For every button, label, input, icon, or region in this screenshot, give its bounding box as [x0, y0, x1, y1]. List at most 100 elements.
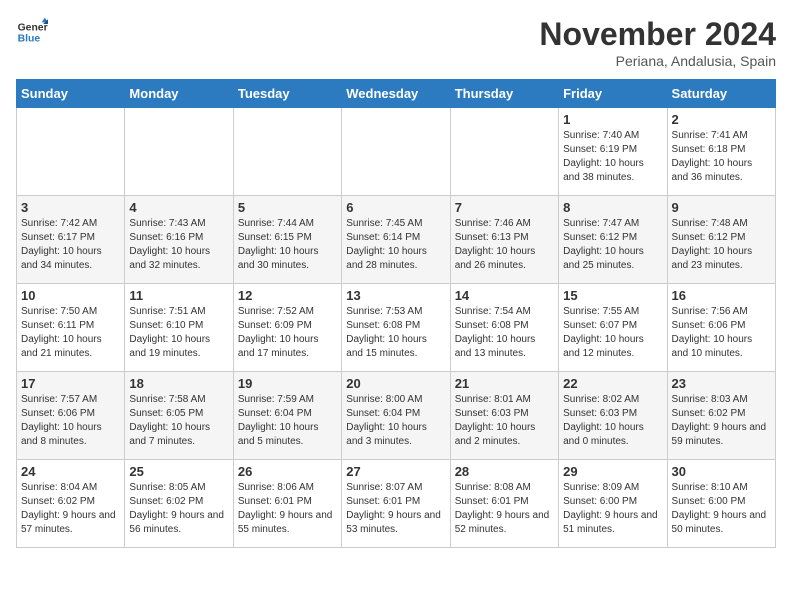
calendar-cell: 3 Sunrise: 7:42 AMSunset: 6:17 PMDaylight… [17, 196, 125, 284]
day-info: Sunrise: 8:08 AMSunset: 6:01 PMDaylight:… [455, 481, 554, 537]
calendar-subtitle: Periana, Andalusia, Spain [539, 53, 776, 69]
day-info: Sunrise: 7:46 AMSunset: 6:13 PMDaylight:… [455, 217, 554, 273]
calendar-week-3: 10Sunrise: 7:50 AMSunset: 6:11 PMDayligh… [17, 284, 776, 372]
calendar-cell [233, 108, 341, 196]
calendar-cell: 7 Sunrise: 7:46 AMSunset: 6:13 PMDaylight… [450, 196, 558, 284]
day-info: Sunrise: 7:51 AMSunset: 6:10 PMDaylight:… [129, 305, 228, 361]
day-number: 23 [672, 376, 771, 391]
day-number: 27 [346, 464, 445, 479]
day-info: Sunrise: 8:02 AMSunset: 6:03 PMDaylight:… [563, 393, 662, 449]
calendar-cell: 10Sunrise: 7:50 AMSunset: 6:11 PMDayligh… [17, 284, 125, 372]
calendar-cell: 25 Sunrise: 8:05 AMSunset: 6:02 PMDayligh… [125, 460, 233, 548]
day-number: 6 [346, 200, 445, 215]
day-info: Sunrise: 7:45 AMSunset: 6:14 PMDaylight:… [346, 217, 445, 273]
calendar-week-2: 3 Sunrise: 7:42 AMSunset: 6:17 PMDaylight… [17, 196, 776, 284]
title-area: November 2024 Periana, Andalusia, Spain [539, 16, 776, 69]
day-info: Sunrise: 8:07 AMSunset: 6:01 PMDaylight:… [346, 481, 445, 537]
day-number: 16 [672, 288, 771, 303]
calendar-cell: 24 Sunrise: 8:04 AMSunset: 6:02 PMDayligh… [17, 460, 125, 548]
calendar-cell: 29Sunrise: 8:09 AMSunset: 6:00 PMDayligh… [559, 460, 667, 548]
col-monday: Monday [125, 80, 233, 108]
calendar-cell: 16 Sunrise: 7:56 AMSunset: 6:06 PMDayligh… [667, 284, 775, 372]
day-number: 26 [238, 464, 337, 479]
day-number: 25 [129, 464, 228, 479]
calendar-cell: 30Sunrise: 8:10 AMSunset: 6:00 PMDayligh… [667, 460, 775, 548]
calendar-week-4: 17 Sunrise: 7:57 AMSunset: 6:06 PMDayligh… [17, 372, 776, 460]
calendar-cell [125, 108, 233, 196]
calendar-cell: 13 Sunrise: 7:53 AMSunset: 6:08 PMDayligh… [342, 284, 450, 372]
day-info: Sunrise: 8:06 AMSunset: 6:01 PMDaylight:… [238, 481, 337, 537]
calendar-cell: 2 Sunrise: 7:41 AMSunset: 6:18 PMDaylight… [667, 108, 775, 196]
day-number: 28 [455, 464, 554, 479]
calendar-cell [17, 108, 125, 196]
day-info: Sunrise: 8:04 AMSunset: 6:02 PMDaylight:… [21, 481, 120, 537]
header-row: Sunday Monday Tuesday Wednesday Thursday… [17, 80, 776, 108]
header: General Blue November 2024 Periana, Anda… [16, 16, 776, 69]
calendar-cell: 6 Sunrise: 7:45 AMSunset: 6:14 PMDaylight… [342, 196, 450, 284]
calendar-cell [450, 108, 558, 196]
calendar-table: Sunday Monday Tuesday Wednesday Thursday… [16, 79, 776, 548]
day-info: Sunrise: 7:57 AMSunset: 6:06 PMDaylight:… [21, 393, 120, 449]
col-thursday: Thursday [450, 80, 558, 108]
day-number: 17 [21, 376, 120, 391]
day-number: 8 [563, 200, 662, 215]
col-friday: Friday [559, 80, 667, 108]
svg-text:General: General [18, 22, 48, 33]
calendar-cell: 23 Sunrise: 8:03 AMSunset: 6:02 PMDayligh… [667, 372, 775, 460]
day-info: Sunrise: 7:41 AMSunset: 6:18 PMDaylight:… [672, 129, 771, 185]
day-info: Sunrise: 8:05 AMSunset: 6:02 PMDaylight:… [129, 481, 228, 537]
day-number: 1 [563, 112, 662, 127]
logo-icon: General Blue [16, 16, 48, 48]
calendar-cell: 19Sunrise: 7:59 AMSunset: 6:04 PMDayligh… [233, 372, 341, 460]
day-number: 7 [455, 200, 554, 215]
day-number: 13 [346, 288, 445, 303]
day-info: Sunrise: 7:56 AMSunset: 6:06 PMDaylight:… [672, 305, 771, 361]
logo: General Blue [16, 16, 48, 48]
day-number: 22 [563, 376, 662, 391]
day-info: Sunrise: 7:47 AMSunset: 6:12 PMDaylight:… [563, 217, 662, 273]
day-number: 3 [21, 200, 120, 215]
day-number: 2 [672, 112, 771, 127]
day-info: Sunrise: 8:01 AMSunset: 6:03 PMDaylight:… [455, 393, 554, 449]
calendar-cell: 17 Sunrise: 7:57 AMSunset: 6:06 PMDayligh… [17, 372, 125, 460]
day-info: Sunrise: 7:55 AMSunset: 6:07 PMDaylight:… [563, 305, 662, 361]
calendar-cell: 1 Sunrise: 7:40 AMSunset: 6:19 PMDaylight… [559, 108, 667, 196]
calendar-cell [342, 108, 450, 196]
day-info: Sunrise: 7:42 AMSunset: 6:17 PMDaylight:… [21, 217, 120, 273]
col-wednesday: Wednesday [342, 80, 450, 108]
calendar-cell: 27 Sunrise: 8:07 AMSunset: 6:01 PMDayligh… [342, 460, 450, 548]
day-info: Sunrise: 7:53 AMSunset: 6:08 PMDaylight:… [346, 305, 445, 361]
day-number: 24 [21, 464, 120, 479]
calendar-cell: 15 Sunrise: 7:55 AMSunset: 6:07 PMDayligh… [559, 284, 667, 372]
calendar-cell: 12Sunrise: 7:52 AMSunset: 6:09 PMDayligh… [233, 284, 341, 372]
calendar-cell: 4Sunrise: 7:43 AMSunset: 6:16 PMDaylight… [125, 196, 233, 284]
calendar-cell: 9 Sunrise: 7:48 AMSunset: 6:12 PMDaylight… [667, 196, 775, 284]
day-number: 21 [455, 376, 554, 391]
calendar-cell: 22 Sunrise: 8:02 AMSunset: 6:03 PMDayligh… [559, 372, 667, 460]
calendar-cell: 5Sunrise: 7:44 AMSunset: 6:15 PMDaylight… [233, 196, 341, 284]
calendar-title: November 2024 [539, 16, 776, 53]
day-info: Sunrise: 7:44 AMSunset: 6:15 PMDaylight:… [238, 217, 337, 273]
day-info: Sunrise: 7:43 AMSunset: 6:16 PMDaylight:… [129, 217, 228, 273]
day-number: 29 [563, 464, 662, 479]
calendar-cell: 21 Sunrise: 8:01 AMSunset: 6:03 PMDayligh… [450, 372, 558, 460]
day-number: 18 [129, 376, 228, 391]
day-info: Sunrise: 7:48 AMSunset: 6:12 PMDaylight:… [672, 217, 771, 273]
day-info: Sunrise: 7:40 AMSunset: 6:19 PMDaylight:… [563, 129, 662, 185]
col-sunday: Sunday [17, 80, 125, 108]
day-info: Sunrise: 7:54 AMSunset: 6:08 PMDaylight:… [455, 305, 554, 361]
day-number: 15 [563, 288, 662, 303]
day-number: 9 [672, 200, 771, 215]
calendar-week-1: 1 Sunrise: 7:40 AMSunset: 6:19 PMDaylight… [17, 108, 776, 196]
calendar-cell: 28 Sunrise: 8:08 AMSunset: 6:01 PMDayligh… [450, 460, 558, 548]
calendar-cell: 14Sunrise: 7:54 AMSunset: 6:08 PMDayligh… [450, 284, 558, 372]
day-info: Sunrise: 8:03 AMSunset: 6:02 PMDaylight:… [672, 393, 771, 449]
col-tuesday: Tuesday [233, 80, 341, 108]
day-number: 12 [238, 288, 337, 303]
calendar-cell: 26 Sunrise: 8:06 AMSunset: 6:01 PMDayligh… [233, 460, 341, 548]
day-info: Sunrise: 7:59 AMSunset: 6:04 PMDaylight:… [238, 393, 337, 449]
day-info: Sunrise: 8:00 AMSunset: 6:04 PMDaylight:… [346, 393, 445, 449]
calendar-cell: 8 Sunrise: 7:47 AMSunset: 6:12 PMDaylight… [559, 196, 667, 284]
day-number: 11 [129, 288, 228, 303]
calendar-cell: 11 Sunrise: 7:51 AMSunset: 6:10 PMDayligh… [125, 284, 233, 372]
